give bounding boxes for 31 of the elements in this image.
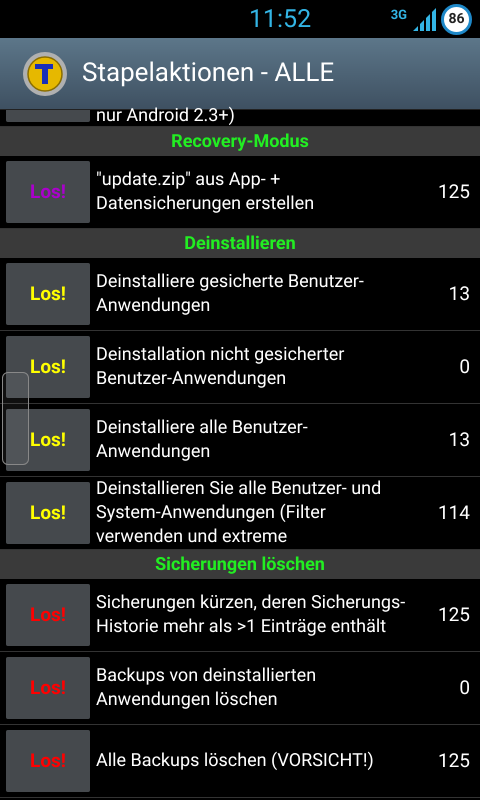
row-text: Sicherungen kürzen, deren Sicherungs-Historie mehr als >1 Einträge enthält bbox=[96, 591, 406, 639]
network-type: 3G bbox=[390, 6, 408, 24]
section-header: Deinstallieren bbox=[0, 229, 480, 258]
count: 125 bbox=[436, 178, 471, 205]
count: 125 bbox=[436, 748, 471, 774]
go-button[interactable]: Los! bbox=[6, 336, 90, 398]
row-text: Deinstalliere alle Benutzer-Anwendungen bbox=[96, 416, 309, 464]
row-text: Deinstallieren Sie alle Benutzer- und System-Anwendungen (Filter verwenden und extreme bbox=[96, 477, 382, 549]
count: 114 bbox=[436, 500, 471, 526]
count: 0 bbox=[458, 674, 471, 701]
row-text: Backups von deinstallierten Anwendungen löschen bbox=[96, 664, 318, 712]
row-text: Deinstalliere gesicherte Benutzer-Anwendungen bbox=[96, 270, 365, 318]
app-logo-icon[interactable] bbox=[22, 50, 68, 96]
row-text: Alle Backups löschen (VORSICHT!) bbox=[96, 749, 375, 773]
scroll-handle[interactable] bbox=[2, 372, 29, 465]
count: 0 bbox=[458, 354, 471, 380]
count: 13 bbox=[448, 280, 471, 307]
count: 13 bbox=[448, 426, 471, 453]
go-button[interactable]: Los! bbox=[6, 409, 90, 471]
count: 125 bbox=[436, 602, 471, 628]
section-header: Sicherungen löschen bbox=[0, 550, 480, 579]
row-text: nur Android 2.3+) bbox=[96, 106, 235, 126]
row-text: Deinstallation nicht gesicherter Benutzer-Anwendungen bbox=[96, 343, 346, 391]
go-button[interactable]: Los! bbox=[6, 263, 90, 325]
screen-title: Stapelaktionen - ALLE bbox=[82, 57, 334, 90]
section-header: Recovery-Modus bbox=[0, 127, 480, 156]
battery-indicator: 86 bbox=[441, 4, 472, 34]
go-button[interactable]: Los! bbox=[6, 482, 90, 544]
signal-icon bbox=[411, 7, 438, 31]
clock: 11:52 bbox=[248, 6, 312, 32]
row-text: "update.zip" aus App- + Datensicherungen erstellen bbox=[96, 168, 316, 216]
